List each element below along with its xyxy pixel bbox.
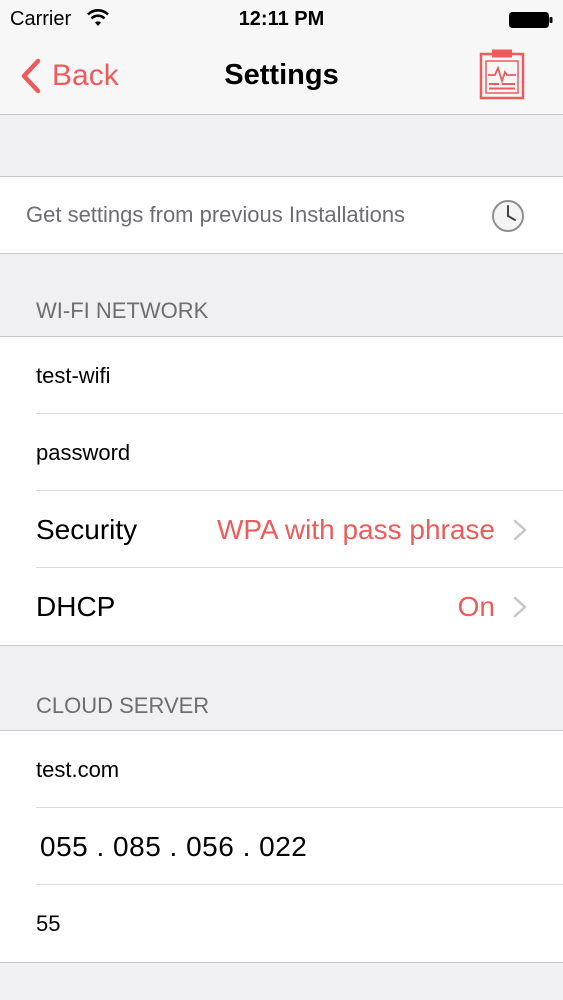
clipboard-chart-icon[interactable] [479,48,525,100]
chevron-right-icon [513,519,527,541]
port-field[interactable]: 55 [0,885,563,962]
previous-installations-label: Get settings from previous Installations [26,202,406,227]
cloud-section-header: CLOUD SERVER [36,693,210,718]
host-field[interactable]: test.com [0,731,563,808]
password-field[interactable]: password [0,414,563,491]
chevron-right-icon [513,596,527,618]
previous-installations-row[interactable]: Get settings from previous Installations [0,176,563,254]
ip-address-field[interactable]: 055 . 085 . 056 . 022 [0,808,563,885]
host-value: test.com [36,757,120,782]
cloud-group: test.com 055 . 085 . 056 . 022 55 [0,730,563,963]
security-row[interactable]: Security WPA with pass phrase [0,491,563,568]
wifi-section-header: WI-FI NETWORK [36,298,209,323]
ssid-value: test-wifi [36,363,111,388]
status-time: 12:11 PM [238,8,325,30]
status-bar: Carrier 12:11 PM [0,0,563,38]
wifi-group: test-wifi password Security WPA with pas… [0,336,563,646]
clock-icon [492,200,524,232]
battery-icon [509,12,553,28]
dhcp-label: DHCP [36,591,116,622]
dhcp-value: On [457,591,495,622]
navigation-bar: Back Settings [0,38,563,115]
dhcp-row[interactable]: DHCP On [0,568,563,645]
ssid-field[interactable]: test-wifi [0,337,563,414]
ip-address-value: 055 . 085 . 056 . 022 [40,831,308,862]
password-value: password [36,440,131,465]
security-value: WPA with pass phrase [216,514,495,545]
security-label: Security [36,514,138,545]
port-value: 55 [36,911,61,936]
